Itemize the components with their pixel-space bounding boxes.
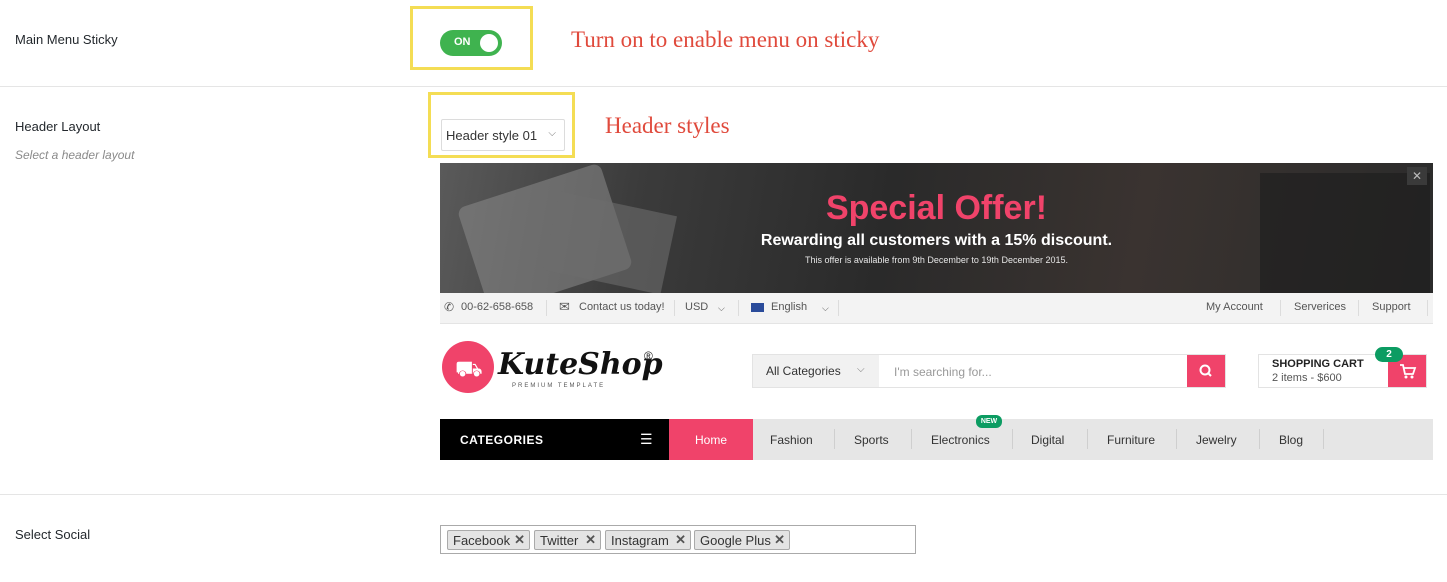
nav-separator [1176,429,1177,449]
social-tag-label: Facebook [453,533,511,548]
nav-home: Home [669,419,753,460]
close-icon: ✕ [1407,167,1427,185]
nav-separator [1323,429,1324,449]
nav-separator [834,429,835,449]
nav-separator [1259,429,1260,449]
row-divider [0,494,1447,495]
nav-item: Sports [854,433,889,447]
annotation-sticky: Turn on to enable menu on sticky [571,27,880,52]
topbar-separator [738,300,739,316]
remove-tag-icon[interactable]: ✕ [675,532,686,548]
nav-item: Furniture [1107,433,1156,447]
remove-tag-icon[interactable]: ✕ [774,532,785,548]
header-preview: Special Offer! Rewarding all customers w… [440,163,1433,460]
toggle-knob [480,34,498,52]
banner-subtitle: Rewarding all customers with a 15% disco… [760,232,1113,249]
topbar-link: Support [1372,301,1411,313]
chevron-down-icon: ⌵ [718,303,725,313]
topbar: ✆ 00-62-658-658 ✉ Contact us today! USD … [440,293,1433,324]
promo-banner: Special Offer! Rewarding all customers w… [440,163,1433,293]
header-layout-select[interactable]: Header style 01 ⌵ [441,119,565,151]
nav-separator [1012,429,1013,449]
topbar-separator [1358,300,1359,316]
topbar-currency: USD [685,301,709,313]
logo-cart-icon: ⛟ [442,341,494,393]
cart-title: SHOPPING CART [1272,358,1364,370]
chevron-down-icon: ⌵ [548,128,556,139]
phone-icon: ✆ [444,300,455,314]
social-tag-label: Twitter [540,533,579,548]
banner-note: This offer is available from 9th Decembe… [805,255,1068,265]
search-category-label: All Categories [766,364,841,378]
social-tag: Google Plus ✕ [694,530,790,550]
preview-navbar: CATEGORIES ☰ Home Fashion Sports Electro… [440,415,1433,460]
cart-items: 2 items - $600 [1272,372,1342,384]
topbar-language: English [771,301,808,313]
nav-separator [1087,429,1088,449]
search-placeholder: I'm searching for... [894,365,992,379]
topbar-phone: 00-62-658-658 [461,301,534,313]
preview-cart: SHOPPING CART 2 items - $600 2 [1258,347,1427,388]
main-menu-sticky-label: Main Menu Sticky [15,32,118,47]
search-category: All Categories ⌵ [753,355,879,387]
chevron-down-icon: ⌵ [822,303,829,313]
main-menu-sticky-toggle[interactable]: ON [440,30,502,56]
annotation-header: Header styles [605,113,730,138]
banner-title: Special Offer! [825,189,1048,227]
header-layout-label: Header Layout [15,119,101,134]
header-layout-selected: Header style 01 [446,128,538,143]
chevron-down-icon: ⌵ [857,364,865,375]
topbar-link: Serverices [1294,301,1346,313]
flag-uk-icon [751,303,764,312]
topbar-contact: Contact us today! [579,301,665,313]
social-tag: Facebook ✕ [447,530,530,550]
remove-tag-icon[interactable]: ✕ [514,532,525,548]
social-tag-label: Google Plus [700,533,771,548]
categories-label: CATEGORIES [460,433,544,447]
shopping-cart-icon: ⛟ [455,356,483,381]
nav-item: Electronics [931,433,990,447]
nav-home-label: Home [694,433,727,447]
row-divider [0,86,1447,87]
logo-registered-mark: ® [644,349,653,363]
logo-text: KuteShop [498,347,663,382]
hamburger-icon: ☰ [640,431,653,447]
topbar-separator [674,300,675,316]
search-button [1187,355,1225,387]
new-badge: NEW [976,415,1002,428]
topbar-separator [546,300,547,316]
social-multiselect[interactable]: Facebook ✕ Twitter ✕ Instagram ✕ Google … [440,525,916,554]
preview-search: All Categories ⌵ I'm searching for... [752,354,1226,388]
logo-tagline: PREMIUM TEMPLATE [512,383,606,389]
social-tag: Twitter ✕ [534,530,601,550]
topbar-link: My Account [1206,301,1263,313]
topbar-separator [1280,300,1281,316]
search-icon [1199,364,1212,377]
header-layout-description: Select a header layout [15,148,135,162]
cart-count-badge: 2 [1375,347,1403,362]
nav-item: Jewelry [1196,433,1237,447]
topbar-separator [838,300,839,316]
topbar-separator [1427,300,1428,316]
social-tag-label: Instagram [611,533,669,548]
select-social-label: Select Social [15,527,91,542]
nav-separator [911,429,912,449]
categories-menu: CATEGORIES ☰ [440,419,669,460]
toggle-state-text: ON [454,36,471,48]
remove-tag-icon[interactable]: ✕ [585,532,596,548]
social-tag: Instagram ✕ [605,530,691,550]
envelope-icon: ✉ [559,299,570,314]
nav-item: Digital [1031,433,1065,447]
nav-item: Fashion [770,433,813,447]
nav-item: Blog [1279,433,1304,447]
